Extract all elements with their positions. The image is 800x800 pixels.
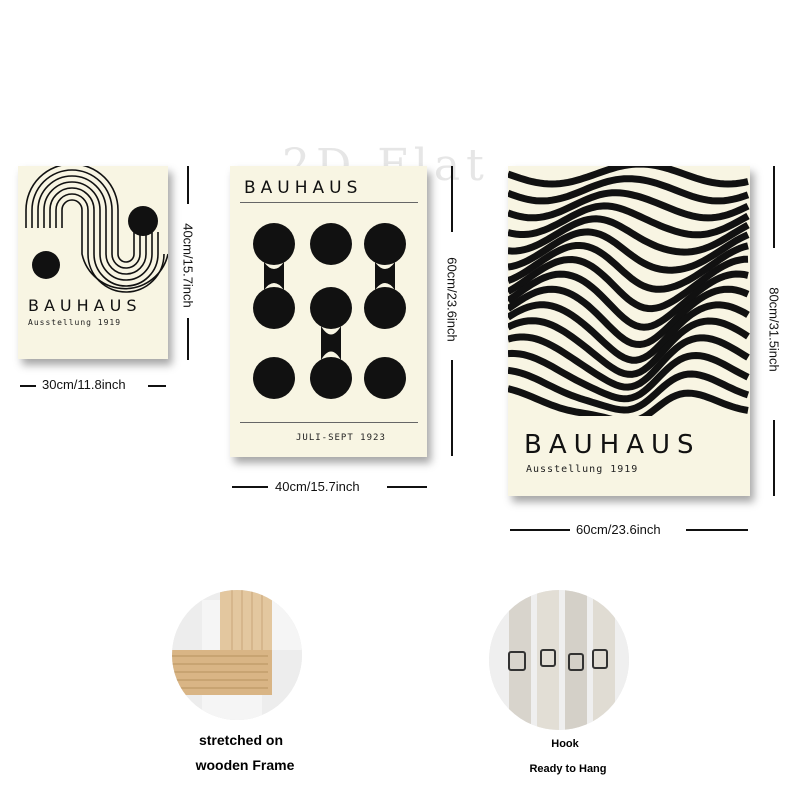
height-line bbox=[773, 166, 775, 248]
height-label: 40cm/15.7inch bbox=[180, 223, 196, 308]
dots-graphic bbox=[253, 223, 406, 399]
height-line bbox=[451, 360, 453, 456]
height-line bbox=[773, 420, 775, 496]
height-label: 80cm/31.5inch bbox=[766, 287, 782, 372]
width-line bbox=[232, 486, 268, 488]
width-line bbox=[686, 529, 748, 531]
height-line bbox=[187, 318, 189, 360]
poster-brand: BAUHAUS bbox=[524, 430, 701, 460]
width-line bbox=[148, 385, 166, 387]
hook-graphic bbox=[489, 590, 629, 730]
width-line bbox=[510, 529, 570, 531]
hook-photo bbox=[489, 590, 629, 730]
feature-caption: Hook bbox=[551, 738, 579, 750]
width-line bbox=[387, 486, 427, 488]
wave-stripe bbox=[508, 301, 750, 364]
width-label: 60cm/23.6inch bbox=[576, 522, 661, 537]
poster-small: BAUHAUS Ausstellung 1919 bbox=[18, 166, 168, 359]
poster-large: BAUHAUS Ausstellung 1919 bbox=[508, 166, 750, 496]
height-label: 60cm/23.6inch bbox=[444, 257, 460, 342]
height-line bbox=[187, 166, 189, 204]
bottom-divider bbox=[240, 422, 418, 423]
wavy-stripes-graphic bbox=[508, 166, 750, 416]
arch-lines-graphic bbox=[25, 166, 168, 293]
wave-stripe bbox=[508, 317, 750, 378]
wooden-frame-photo bbox=[172, 590, 302, 720]
feature-caption: wooden Frame bbox=[195, 757, 295, 773]
poster-subtitle: Ausstellung 1919 bbox=[526, 464, 639, 475]
feature-caption: Ready to Hang bbox=[529, 763, 607, 775]
height-line bbox=[451, 166, 453, 232]
poster-medium: BAUHAUS JULI-SEPT 1923 bbox=[230, 166, 427, 457]
frame-corner-graphic bbox=[172, 590, 302, 720]
poster-subtitle: JULI-SEPT 1923 bbox=[296, 433, 386, 443]
poster-brand: BAUHAUS bbox=[28, 296, 142, 315]
width-line bbox=[20, 385, 36, 387]
poster-subtitle: Ausstellung 1919 bbox=[28, 318, 122, 327]
feature-caption: stretched on bbox=[198, 732, 283, 748]
width-label: 30cm/11.8inch bbox=[42, 377, 126, 392]
width-label: 40cm/15.7inch bbox=[275, 479, 360, 494]
